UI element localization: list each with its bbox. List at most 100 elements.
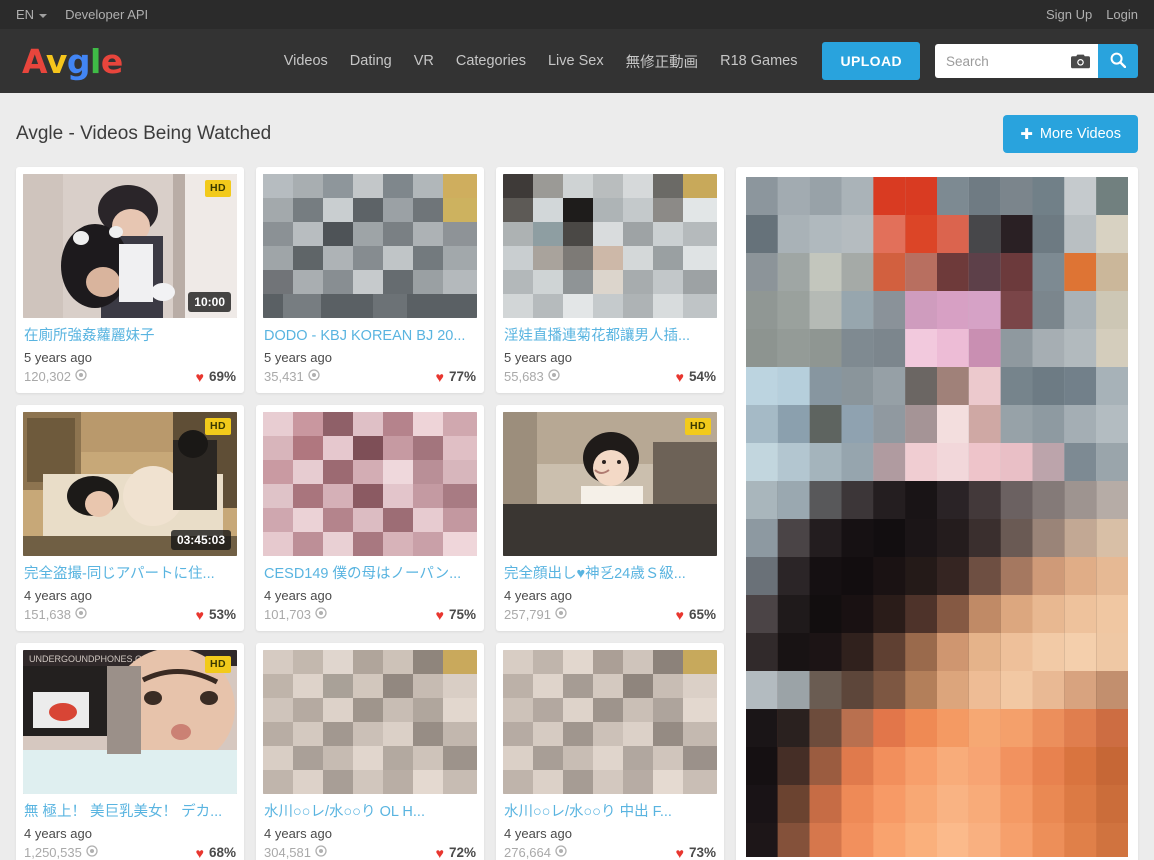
logo-letter-g: g bbox=[66, 41, 91, 81]
nav-item-vr[interactable]: VR bbox=[403, 45, 445, 77]
video-title[interactable]: CESD149 僕の母はノーパン... bbox=[264, 565, 476, 584]
video-card[interactable]: 水川○○レ/水○○り 中出 F... 4 years ago 276,664 ♥… bbox=[496, 643, 724, 860]
view-count-value: 151,638 bbox=[24, 607, 71, 623]
video-date: 5 years ago bbox=[504, 349, 572, 365]
nav-item-live-sex[interactable]: Live Sex bbox=[537, 45, 615, 77]
video-card[interactable]: 淫娃直播連菊花都讓男人插... 5 years ago 55,683 ♥ 54% bbox=[496, 167, 724, 394]
rating-value: 54% bbox=[688, 369, 716, 385]
video-thumbnail[interactable] bbox=[263, 174, 477, 318]
login-link[interactable]: Login bbox=[1106, 8, 1138, 21]
view-count-value: 257,791 bbox=[504, 607, 551, 623]
view-count: 151,638 bbox=[24, 607, 87, 622]
nav-item-dating[interactable]: Dating bbox=[339, 45, 403, 77]
thumbnail-image bbox=[263, 412, 477, 557]
video-card[interactable]: DODO - KBJ KOREAN BJ 20... 5 years ago 3… bbox=[256, 167, 484, 394]
camera-icon[interactable] bbox=[1071, 54, 1090, 69]
top-utility-bar: EN Developer API Sign Up Login bbox=[0, 0, 1154, 29]
site-logo[interactable]: Avgle bbox=[22, 45, 123, 78]
rating: ♥ 65% bbox=[676, 607, 716, 622]
search-submit-button[interactable] bbox=[1098, 44, 1138, 78]
eye-icon bbox=[86, 845, 98, 860]
duration-badge: 10:00 bbox=[188, 291, 231, 312]
video-grid: HD 10:00 在廁所強姦蘿麗妹子 5 years ago 120,302 ♥… bbox=[16, 167, 724, 860]
video-thumbnail[interactable]: HD 10:00 bbox=[23, 174, 237, 318]
primary-nav-links: Videos Dating VR Categories Live Sex 無修正… bbox=[273, 43, 809, 80]
video-thumbnail[interactable] bbox=[263, 650, 477, 795]
upload-button[interactable]: UPLOAD bbox=[822, 42, 920, 80]
view-count-value: 1,250,535 bbox=[24, 845, 82, 860]
advertisement-panel[interactable] bbox=[736, 167, 1138, 860]
video-thumbnail[interactable] bbox=[263, 412, 477, 557]
nav-item-videos[interactable]: Videos bbox=[273, 45, 339, 77]
eye-icon bbox=[555, 845, 567, 860]
sign-up-link[interactable]: Sign Up bbox=[1046, 8, 1092, 21]
topbar-left-group: EN Developer API bbox=[16, 8, 148, 21]
logo-letter-v: v bbox=[45, 41, 68, 81]
nav-item-uncensored[interactable]: 無修正動画 bbox=[615, 43, 710, 80]
video-title[interactable]: 完全盗撮-同じアパートに住... bbox=[24, 565, 236, 584]
view-count-value: 55,683 bbox=[504, 369, 544, 385]
video-date: 4 years ago bbox=[24, 825, 92, 841]
view-count: 1,250,535 bbox=[24, 845, 98, 860]
view-count-value: 276,664 bbox=[504, 845, 551, 860]
video-card[interactable]: UNDERGOUNDPHONES.COM HD 無 極上！ 美巨乳美女！ デカ.… bbox=[16, 643, 244, 860]
video-thumbnail[interactable] bbox=[503, 650, 717, 795]
view-count-value: 35,431 bbox=[264, 369, 304, 385]
rating: ♥ 77% bbox=[436, 369, 476, 384]
video-thumbnail[interactable]: HD 03:45:03 bbox=[23, 412, 237, 557]
nav-item-r18-games[interactable]: R18 Games bbox=[709, 45, 808, 77]
rating-value: 75% bbox=[448, 607, 476, 623]
view-count-value: 120,302 bbox=[24, 369, 71, 385]
more-videos-button[interactable]: ✚ More Videos bbox=[1003, 115, 1138, 153]
nav-item-categories[interactable]: Categories bbox=[445, 45, 537, 77]
heart-icon: ♥ bbox=[195, 606, 204, 623]
plus-icon: ✚ bbox=[1020, 125, 1033, 143]
video-title[interactable]: 無 極上！ 美巨乳美女！ デカ... bbox=[24, 803, 236, 822]
rating: ♥ 53% bbox=[196, 607, 236, 622]
eye-icon bbox=[548, 369, 560, 384]
rating: ♥ 54% bbox=[676, 369, 716, 384]
eye-icon bbox=[308, 369, 320, 384]
chevron-down-icon bbox=[39, 13, 48, 18]
heart-icon: ♥ bbox=[675, 606, 684, 623]
thumbnail-image bbox=[263, 650, 477, 795]
video-thumbnail[interactable]: HD bbox=[503, 412, 717, 557]
search-icon bbox=[1110, 52, 1127, 71]
video-title[interactable]: 水川○○レ/水○○り OL H... bbox=[264, 803, 476, 822]
view-count: 276,664 bbox=[504, 845, 567, 860]
video-title[interactable]: 在廁所強姦蘿麗妹子 bbox=[24, 327, 236, 346]
hd-badge: HD bbox=[205, 418, 231, 435]
rating: ♥ 72% bbox=[436, 845, 476, 860]
video-title[interactable]: 水川○○レ/水○○り 中出 F... bbox=[504, 803, 716, 822]
video-date: 5 years ago bbox=[24, 349, 92, 365]
rating-value: 73% bbox=[688, 845, 716, 860]
heart-icon: ♥ bbox=[675, 844, 684, 860]
video-date: 4 years ago bbox=[24, 587, 92, 603]
thumbnail-image bbox=[503, 174, 717, 318]
rating-value: 69% bbox=[208, 369, 236, 385]
view-count: 304,581 bbox=[264, 845, 327, 860]
video-card[interactable]: HD 10:00 在廁所強姦蘿麗妹子 5 years ago 120,302 ♥… bbox=[16, 167, 244, 394]
video-title[interactable]: DODO - KBJ KOREAN BJ 20... bbox=[264, 327, 476, 346]
video-title[interactable]: 完全顔出し♥神乥24歳Ｓ級... bbox=[504, 565, 716, 584]
thumbnail-image bbox=[263, 174, 477, 318]
rating-value: 72% bbox=[448, 845, 476, 860]
language-selector[interactable]: EN bbox=[16, 8, 48, 21]
video-card[interactable]: HD 03:45:03 完全盗撮-同じアパートに住... 4 years ago… bbox=[16, 405, 244, 632]
video-thumbnail[interactable]: UNDERGOUNDPHONES.COM HD bbox=[23, 650, 237, 795]
view-count-value: 101,703 bbox=[264, 607, 311, 623]
video-meta-row: 120,302 ♥ 69% bbox=[24, 369, 236, 384]
search-input[interactable] bbox=[946, 53, 1071, 69]
video-card[interactable]: HD 完全顔出し♥神乥24歳Ｓ級... 4 years ago 257,791 … bbox=[496, 405, 724, 632]
logo-letter-a: A bbox=[22, 41, 46, 81]
video-title[interactable]: 淫娃直播連菊花都讓男人插... bbox=[504, 327, 716, 346]
heart-icon: ♥ bbox=[435, 368, 444, 385]
video-thumbnail[interactable] bbox=[503, 174, 717, 318]
video-meta-row: 304,581 ♥ 72% bbox=[264, 845, 476, 860]
eye-icon bbox=[315, 845, 327, 860]
video-card[interactable]: CESD149 僕の母はノーパン... 4 years ago 101,703 … bbox=[256, 405, 484, 632]
developer-api-link[interactable]: Developer API bbox=[65, 8, 148, 21]
view-count: 55,683 bbox=[504, 369, 560, 384]
video-card[interactable]: 水川○○レ/水○○り OL H... 4 years ago 304,581 ♥… bbox=[256, 643, 484, 860]
video-meta-row: 257,791 ♥ 65% bbox=[504, 607, 716, 622]
